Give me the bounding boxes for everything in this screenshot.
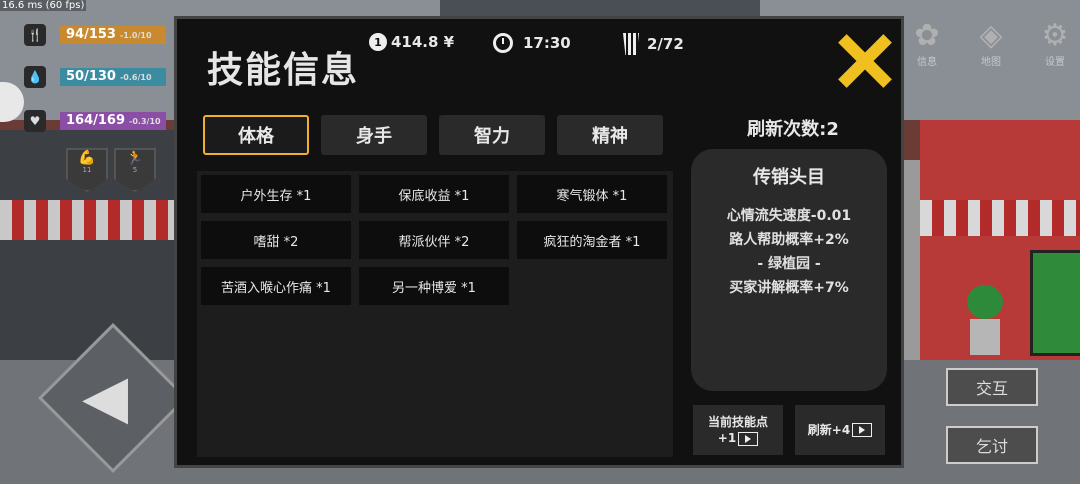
tab-intelligence[interactable]: 智力 bbox=[439, 115, 545, 155]
fps-counter: 16.6 ms (60 fps) bbox=[0, 0, 87, 11]
skill-item[interactable]: 保底收益 *1 bbox=[359, 175, 509, 213]
popcorn-cup-icon bbox=[623, 33, 639, 55]
skill-detail-line: 路人帮助概率+2% bbox=[729, 232, 849, 248]
dialog-title: 技能信息 bbox=[207, 50, 360, 91]
refresh-count: 刷新次数:2 bbox=[747, 119, 839, 140]
skill-detail-line: - 绿植园 - bbox=[757, 256, 821, 272]
video-ad-icon bbox=[852, 423, 873, 437]
right-window bbox=[1030, 250, 1080, 356]
tab-spirit[interactable]: 精神 bbox=[557, 115, 663, 155]
hunger-bar: 94/153 -1.0/10 bbox=[60, 26, 166, 44]
info-icon: ✿ bbox=[914, 18, 940, 53]
skill-list: 户外生存 *1 保底收益 *1 寒气锻体 *1 嗜甜 *2 帮派伙伴 *2 疯狂… bbox=[197, 171, 673, 457]
refresh-button[interactable]: 刷新+4 bbox=[795, 405, 885, 455]
info-menu-item[interactable]: ✿ 信息 bbox=[905, 18, 949, 68]
potted-plant bbox=[965, 285, 1005, 360]
skill-item[interactable]: 疯狂的淘金者 *1 bbox=[517, 221, 667, 259]
interact-button[interactable]: 交互 bbox=[946, 368, 1038, 406]
map-menu-item[interactable]: ◈ 地图 bbox=[969, 18, 1013, 68]
skill-detail-title: 传销头目 bbox=[753, 167, 825, 188]
skill-detail-panel: 传销头目 心情流失速度-0.01 路人帮助概率+2% - 绿植园 - 买家讲解概… bbox=[691, 149, 887, 391]
skill-info-dialog: 技能信息 1 414.8 ¥ 17:30 2/72 体格 身手 智力 精神 户外… bbox=[174, 16, 904, 468]
water-drop-icon: 💧 bbox=[24, 66, 46, 88]
right-awning bbox=[920, 200, 1080, 236]
skill-item[interactable]: 户外生存 *1 bbox=[201, 175, 351, 213]
close-button[interactable] bbox=[837, 33, 893, 89]
arrow-left-icon: ◀ bbox=[82, 362, 129, 432]
rooftop-strip bbox=[440, 0, 760, 16]
skill-item[interactable]: 寒气锻体 *1 bbox=[517, 175, 667, 213]
skill-detail-line: 买家讲解概率+7% bbox=[729, 280, 849, 296]
gear-icon: ⚙ bbox=[1041, 18, 1069, 53]
skill-item[interactable]: 帮派伙伴 *2 bbox=[359, 221, 509, 259]
thirst-stat: 💧 50/130 -0.6/10 bbox=[24, 66, 166, 88]
health-stat: ♥ 164/169 -0.3/10 bbox=[24, 110, 166, 132]
muscle-icon: 💪 bbox=[78, 150, 96, 166]
thirst-bar: 50/130 -0.6/10 bbox=[60, 68, 166, 86]
right-menu: ✿ 信息 ◈ 地图 ⚙ 设置 bbox=[905, 18, 1077, 68]
settings-menu-item[interactable]: ⚙ 设置 bbox=[1033, 18, 1077, 68]
hunger-stat: 🍴 94/153 -1.0/10 bbox=[24, 24, 166, 46]
time-display: 17:30 bbox=[493, 33, 571, 53]
running-icon: 🏃 bbox=[126, 150, 144, 166]
skill-item[interactable]: 嗜甜 *2 bbox=[201, 221, 351, 259]
coin-icon: 1 bbox=[369, 33, 387, 51]
tab-physique[interactable]: 体格 bbox=[203, 115, 309, 155]
skill-detail-line: 心情流失速度-0.01 bbox=[726, 208, 852, 224]
money-display: 1 414.8 ¥ bbox=[369, 33, 454, 51]
skill-item[interactable]: 苦酒入喉心作痛 *1 bbox=[201, 267, 351, 305]
cup-counter: 2/72 bbox=[623, 33, 684, 55]
map-icon: ◈ bbox=[979, 18, 1003, 53]
skill-item[interactable]: 另一种博爱 *1 bbox=[359, 267, 509, 305]
health-bar: 164/169 -0.3/10 bbox=[60, 112, 166, 130]
left-awning bbox=[0, 200, 180, 240]
tab-agility[interactable]: 身手 bbox=[321, 115, 427, 155]
video-ad-icon bbox=[738, 431, 759, 446]
skill-points-button[interactable]: 当前技能点 +1 bbox=[693, 405, 783, 455]
heart-icon: ♥ bbox=[24, 110, 46, 132]
beg-button[interactable]: 乞讨 bbox=[946, 426, 1038, 464]
fork-knife-icon: 🍴 bbox=[24, 24, 46, 46]
clock-icon bbox=[493, 33, 513, 53]
